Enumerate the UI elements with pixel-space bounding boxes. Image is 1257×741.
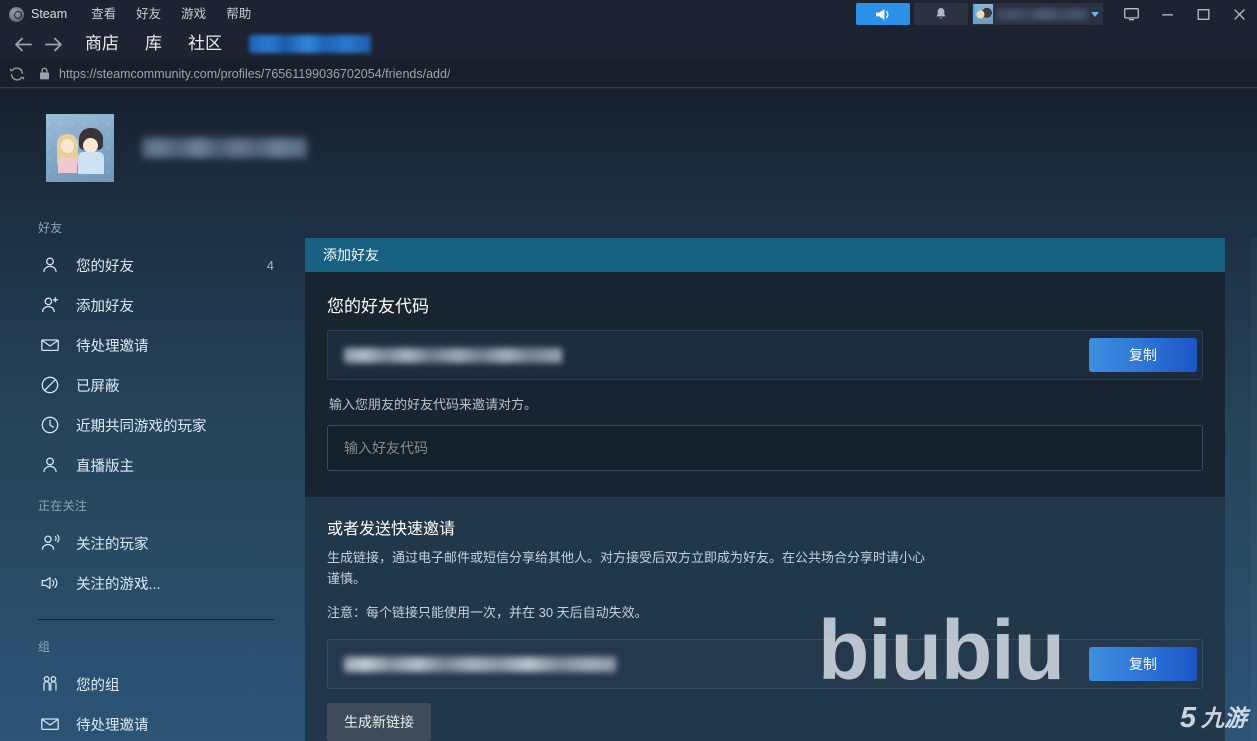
person-add-icon — [40, 295, 60, 315]
quick-invite-link-redacted — [344, 656, 616, 672]
arrow-left-icon — [14, 37, 32, 51]
friend-code-value-redacted — [344, 347, 562, 363]
menu-item-steam[interactable]: Steam — [31, 0, 67, 28]
sidebar-heading-following: 正在关注 — [38, 499, 88, 513]
lock-icon — [40, 67, 49, 80]
quick-invite-title: 或者发送快速邀请 — [327, 521, 456, 538]
chevron-down-icon[interactable] — [1091, 11, 1099, 17]
sidebar-item-label: 您的组 — [76, 677, 120, 694]
nav-tab-library[interactable]: 库 — [141, 28, 166, 60]
friend-code-title: 您的好友代码 — [327, 297, 429, 316]
block-icon — [40, 375, 60, 395]
close-icon — [1233, 8, 1245, 20]
broadcast-button[interactable] — [856, 3, 910, 25]
sidebar-item-label: 待处理邀请 — [76, 338, 149, 355]
url-bar: https://steamcommunity.com/profiles/7656… — [0, 60, 1257, 88]
menu-item-friends[interactable]: 好友 — [136, 0, 161, 28]
sidebar-item-followed-games[interactable]: 关注的游戏... — [0, 563, 296, 603]
quick-invite-section: 或者发送快速邀请 生成链接，通过电子邮件或短信分享给其他人。对方接受后双方立即成… — [305, 497, 1225, 741]
avatar — [973, 4, 993, 24]
notifications-button[interactable] — [914, 3, 968, 25]
sidebar-divider — [38, 619, 274, 620]
display-mode-button[interactable] — [1113, 0, 1149, 28]
maximize-button[interactable] — [1185, 0, 1221, 28]
scrollbar[interactable] — [1251, 238, 1257, 741]
generate-new-link-button[interactable]: 生成新链接 — [327, 703, 431, 741]
friend-code-input[interactable] — [327, 425, 1203, 471]
sidebar-item-label: 您的好友 — [76, 258, 134, 275]
nav-tab-store[interactable]: 商店 — [81, 28, 123, 60]
group-icon — [40, 674, 60, 694]
friend-code-section: 您的好友代码 复制 输入您朋友的好友代码来邀请对方。 — [305, 272, 1225, 497]
sidebar-item-label: 待处理邀请 — [76, 717, 149, 734]
minimize-button[interactable] — [1149, 0, 1185, 28]
person-icon — [40, 455, 60, 475]
page-body: 好友 您的好友 4 添加好友 待处理邀请 已屏蔽 近期共同游戏的玩家 直播版主 … — [0, 89, 1257, 741]
forward-button[interactable] — [38, 28, 68, 60]
sidebar-heading-groups: 组 — [38, 640, 51, 654]
menu-item-view[interactable]: 查看 — [91, 0, 116, 28]
panel-header: 添加好友 — [305, 238, 1225, 272]
sidebar-item-pending-invites[interactable]: 待处理邀请 — [0, 325, 296, 365]
sidebar-item-your-friends[interactable]: 您的好友 4 — [0, 245, 296, 285]
sidebar-item-your-groups[interactable]: 您的组 — [0, 664, 296, 704]
titlebar: Steam 查看 好友 游戏 帮助 — [0, 0, 1257, 28]
bell-icon — [936, 8, 946, 19]
quick-invite-note: 注意：每个链接只能使用一次，并在 30 天后自动失效。 — [327, 605, 648, 620]
add-friend-panel: 添加好友 您的好友代码 复制 输入您朋友的好友代码来邀请对方。 或者发送快速邀请… — [305, 238, 1225, 741]
reload-icon[interactable] — [9, 66, 25, 82]
sidebar-item-label: 已屏蔽 — [76, 378, 120, 395]
sidebar-item-followed-players[interactable]: 关注的玩家 — [0, 523, 296, 563]
envelope-icon — [40, 335, 60, 355]
profile-name-redacted — [142, 138, 307, 158]
close-button[interactable] — [1221, 0, 1257, 28]
sidebar-item-label: 关注的游戏... — [76, 576, 161, 593]
sidebar-item-label: 近期共同游戏的玩家 — [76, 418, 207, 435]
sidebar-item-group-pending-invites[interactable]: 待处理邀请 — [0, 704, 296, 741]
sidebar-item-blocked[interactable]: 已屏蔽 — [0, 365, 296, 405]
sidebar-item-recent-players[interactable]: 近期共同游戏的玩家 — [0, 405, 296, 445]
panel-title: 添加好友 — [323, 247, 379, 263]
quick-invite-link-row: 复制 — [327, 639, 1203, 689]
clock-icon — [40, 415, 60, 435]
sidebar-item-count: 4 — [266, 257, 274, 273]
url-text[interactable]: https://steamcommunity.com/profiles/7656… — [59, 67, 450, 81]
maximize-icon — [1197, 8, 1209, 20]
profile-header — [46, 114, 307, 182]
person-follow-icon — [40, 533, 60, 553]
sidebar-item-label: 添加好友 — [76, 298, 134, 315]
username-redacted — [997, 8, 1088, 20]
nav-tab-active-redacted[interactable] — [249, 35, 371, 53]
back-button[interactable] — [8, 28, 38, 60]
arrow-right-icon — [44, 37, 62, 51]
sidebar-item-broadcast-mods[interactable]: 直播版主 — [0, 445, 296, 485]
friend-code-hint: 输入您朋友的好友代码来邀请对方。 — [329, 397, 538, 412]
envelope-icon — [40, 714, 60, 734]
menu-item-games[interactable]: 游戏 — [181, 0, 206, 28]
monitor-icon — [1123, 7, 1139, 20]
friend-code-row: 复制 — [327, 330, 1203, 380]
megaphone-small-icon — [40, 573, 60, 593]
minimize-icon — [1161, 13, 1173, 15]
profile-avatar[interactable] — [46, 114, 114, 182]
navigation-bar: 商店 库 社区 — [0, 28, 1257, 60]
sidebar-item-label: 直播版主 — [76, 458, 134, 475]
nav-tab-community[interactable]: 社区 — [184, 28, 226, 60]
sidebar: 好友 您的好友 4 添加好友 待处理邀请 已屏蔽 近期共同游戏的玩家 直播版主 … — [0, 219, 296, 741]
person-icon — [40, 255, 60, 275]
quick-invite-description: 生成链接，通过电子邮件或短信分享给其他人。对方接受后双方立即成为好友。在公共场合… — [327, 550, 926, 586]
megaphone-icon — [875, 8, 889, 20]
steam-logo-icon — [9, 6, 24, 22]
steam-client-window: Steam 查看 好友 游戏 帮助 商店 库 社区 https://steamc… — [0, 0, 1257, 741]
titlebar-right-controls — [856, 0, 1257, 28]
user-menu-button[interactable] — [972, 3, 1103, 25]
menu-item-help[interactable]: 帮助 — [226, 0, 251, 28]
sidebar-item-label: 关注的玩家 — [76, 536, 149, 553]
copy-invite-link-button[interactable]: 复制 — [1089, 647, 1197, 681]
copy-friend-code-button[interactable]: 复制 — [1089, 338, 1197, 372]
sidebar-heading-friends: 好友 — [38, 221, 63, 235]
sidebar-item-add-friend[interactable]: 添加好友 — [0, 285, 296, 325]
